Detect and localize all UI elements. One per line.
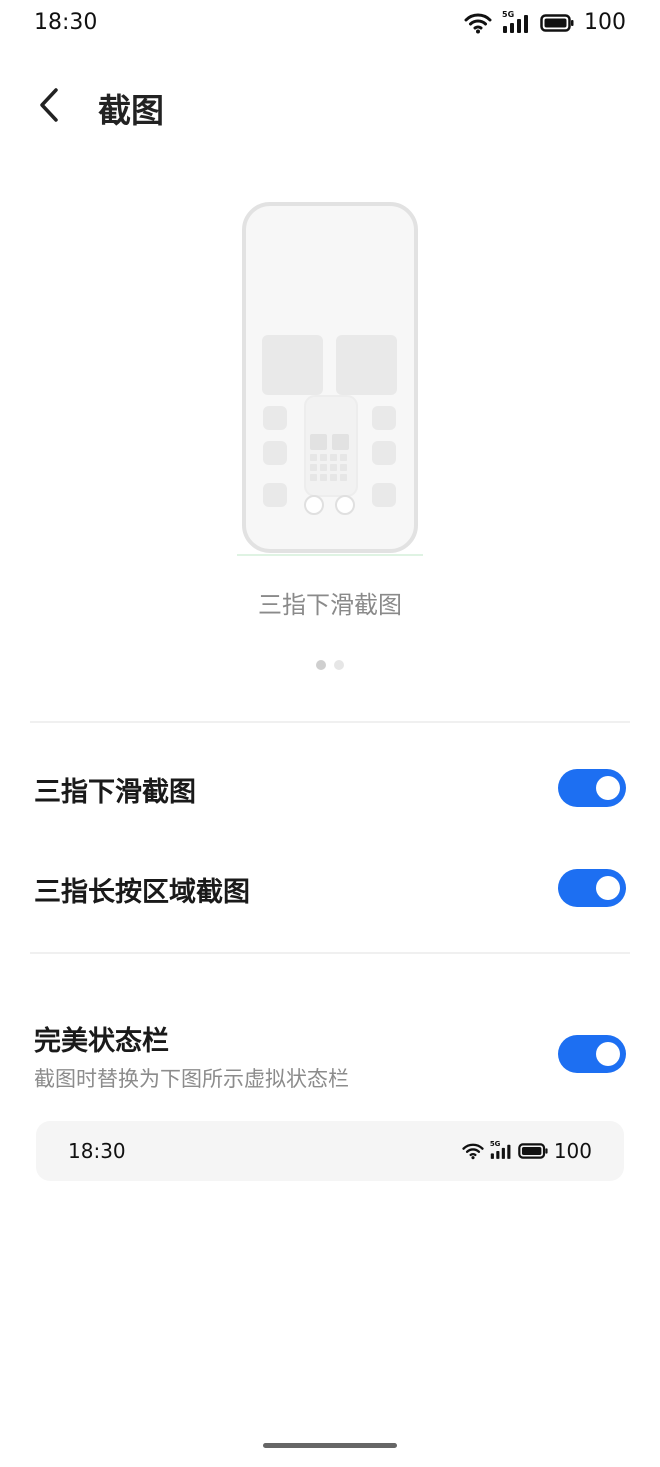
pager-dot-active[interactable] xyxy=(316,660,326,670)
gesture-illustration xyxy=(237,200,423,560)
virtual-status-bar-preview: 18:30 5G 100 xyxy=(36,1121,624,1181)
pager-dot[interactable] xyxy=(334,660,344,670)
wifi-icon xyxy=(464,12,492,34)
toggle-knob xyxy=(596,876,620,900)
three-finger-hold-toggle[interactable] xyxy=(558,869,626,907)
illustration-caption: 三指下滑截图 xyxy=(258,591,402,619)
preview-time: 18:30 xyxy=(68,1139,126,1163)
three-finger-swipe-label: 三指下滑截图 xyxy=(34,777,196,808)
three-finger-swipe-toggle[interactable] xyxy=(558,769,626,807)
battery-icon xyxy=(540,13,574,32)
three-finger-hold-label: 三指长按区域截图 xyxy=(34,877,250,908)
divider xyxy=(30,721,630,723)
status-time: 18:30 xyxy=(34,10,98,35)
preview-status-icons: 5G 100 xyxy=(462,1139,592,1163)
home-indicator[interactable] xyxy=(263,1443,397,1448)
chevron-left-icon xyxy=(40,88,58,122)
battery-level: 100 xyxy=(584,10,626,35)
status-icons: 5G 100 xyxy=(464,10,626,35)
signal-icon: 5G xyxy=(490,1140,512,1160)
wifi-icon xyxy=(462,1142,484,1160)
perfect-status-bar-label: 完美状态栏 xyxy=(34,1026,169,1057)
toggle-knob xyxy=(596,776,620,800)
back-button[interactable] xyxy=(26,82,72,128)
page-title: 截图 xyxy=(98,91,164,130)
divider xyxy=(30,952,630,954)
preview-battery-level: 100 xyxy=(553,1139,592,1163)
perfect-status-bar-description: 截图时替换为下图所示虚拟状态栏 xyxy=(34,1067,349,1091)
page-indicator[interactable] xyxy=(0,660,660,670)
signal-icon: 5G xyxy=(502,10,530,34)
battery-icon xyxy=(518,1143,548,1159)
perfect-status-bar-toggle[interactable] xyxy=(558,1035,626,1073)
toggle-knob xyxy=(596,1042,620,1066)
